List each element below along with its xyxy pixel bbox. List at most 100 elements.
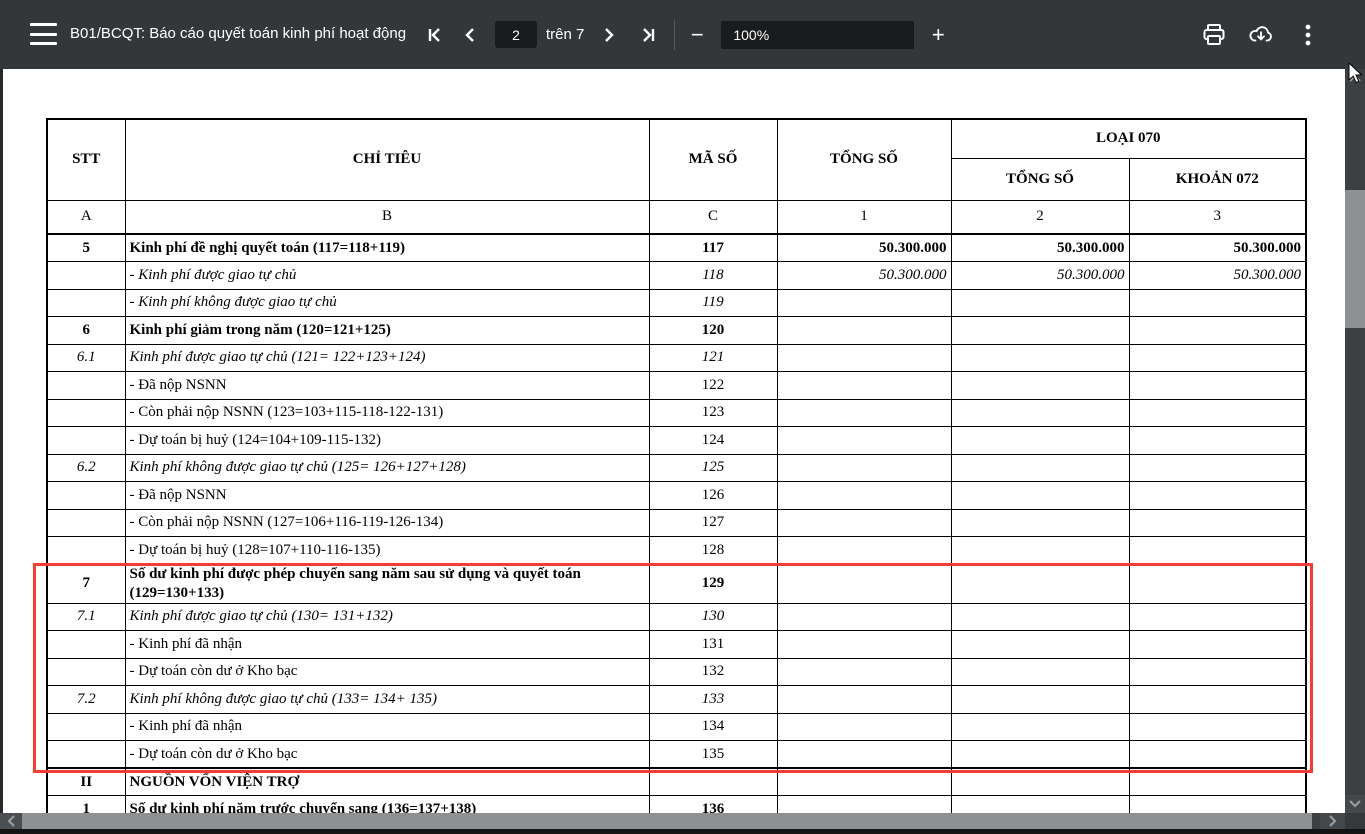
cell-stt [47, 713, 125, 741]
cell-l070-tong-so [951, 741, 1129, 769]
header-loai-070-tong-so: TỔNG SỐ [951, 158, 1129, 200]
cell-label: - Kinh phí được giao tự chủ [125, 262, 649, 290]
cell-stt [47, 262, 125, 290]
scroll-left-button[interactable] [0, 813, 22, 829]
cell-l070-tong-so [951, 344, 1129, 372]
letter-3: 3 [1129, 200, 1306, 234]
cell-ma-so: 136 [649, 796, 777, 814]
zoom-out-button[interactable]: − [685, 21, 709, 49]
cell-ma-so: 127 [649, 509, 777, 537]
cell-stt [47, 509, 125, 537]
cell-ma-so: 134 [649, 713, 777, 741]
table-row: 7.2Kinh phí không được giao tự chủ (133=… [47, 686, 1306, 714]
horizontal-scroll-thumb[interactable] [22, 813, 1312, 829]
scroll-down-button[interactable] [1345, 795, 1365, 813]
cell-khoan-072 [1129, 796, 1306, 814]
table-row: - Còn phải nộp NSNN (123=103+115-118-122… [47, 399, 1306, 427]
page-navigation: trên 7 − 100% + [425, 0, 950, 69]
zoom-level-display[interactable]: 100% [721, 21, 914, 49]
cell-tong-so [777, 399, 951, 427]
cell-label: - Kinh phí không được giao tự chủ [125, 289, 649, 317]
cell-stt [47, 372, 125, 400]
cell-tong-so: 50.300.000 [777, 262, 951, 290]
cell-l070-tong-so [951, 658, 1129, 686]
cell-stt [47, 482, 125, 510]
report-table: STT CHỈ TIÊU MÃ SỐ TỔNG SỐ LOẠI 070 TỔNG… [46, 118, 1307, 813]
table-row: - Còn phải nộp NSNN (127=106+116-119-126… [47, 509, 1306, 537]
cell-khoan-072 [1129, 482, 1306, 510]
cell-khoan-072 [1129, 603, 1306, 631]
cell-label: - Còn phải nộp NSNN (123=103+115-118-122… [125, 399, 649, 427]
table-row: - Dự toán bị huỷ (128=107+110-116-135)12… [47, 537, 1306, 565]
cell-label: Kinh phí không được giao tự chủ (125= 12… [125, 454, 649, 482]
next-page-button[interactable] [600, 23, 620, 47]
prev-page-button[interactable] [459, 23, 479, 47]
cell-stt: 7.1 [47, 603, 125, 631]
table-row: - Dự toán còn dư ở Kho bạc135 [47, 741, 1306, 769]
cell-label: Số dư kinh phí năm trước chuyển sang (13… [125, 796, 649, 814]
cell-ma-so: 123 [649, 399, 777, 427]
cell-ma-so: 131 [649, 631, 777, 659]
cell-l070-tong-so: 50.300.000 [951, 234, 1129, 262]
table-row: - Dự toán còn dư ở Kho bạc132 [47, 658, 1306, 686]
cell-label: - Dự toán còn dư ở Kho bạc [125, 741, 649, 769]
table-body: 5Kinh phí đề nghị quyết toán (117=118+11… [47, 234, 1306, 813]
cell-khoan-072 [1129, 768, 1306, 796]
download-button[interactable] [1248, 22, 1274, 48]
vertical-scrollbar[interactable] [1345, 69, 1365, 813]
cell-khoan-072: 50.300.000 [1129, 262, 1306, 290]
cell-ma-so: 128 [649, 537, 777, 565]
cell-label: - Kinh phí đã nhận [125, 631, 649, 659]
header-ma-so: MÃ SỐ [649, 119, 777, 200]
horizontal-scrollbar[interactable] [0, 813, 1365, 829]
vertical-scroll-thumb[interactable] [1345, 190, 1365, 328]
page-number-input[interactable] [495, 21, 537, 48]
cell-ma-so: 122 [649, 372, 777, 400]
cell-khoan-072 [1129, 344, 1306, 372]
viewer-content: STT CHỈ TIÊU MÃ SỐ TỔNG SỐ LOẠI 070 TỔNG… [0, 69, 1365, 834]
chevron-down-icon [1349, 800, 1361, 808]
cell-khoan-072 [1129, 686, 1306, 714]
table-row: 1Số dư kinh phí năm trước chuyển sang (1… [47, 796, 1306, 814]
header-tong-so: TỔNG SỐ [777, 119, 951, 200]
cell-khoan-072 [1129, 741, 1306, 769]
zoom-in-button[interactable]: + [926, 21, 950, 49]
cell-label: Kinh phí đề nghị quyết toán (117=118+119… [125, 234, 649, 262]
toolbar-divider [674, 20, 675, 50]
last-page-button[interactable] [638, 23, 658, 47]
scroll-right-button[interactable] [1320, 813, 1345, 829]
cell-tong-so [777, 454, 951, 482]
print-button[interactable] [1201, 22, 1227, 48]
cell-stt [47, 399, 125, 427]
menu-icon [30, 23, 57, 26]
cell-ma-so: 132 [649, 658, 777, 686]
table-row: - Kinh phí đã nhận134 [47, 713, 1306, 741]
letter-c: C [649, 200, 777, 234]
cell-khoan-072 [1129, 509, 1306, 537]
cell-stt [47, 741, 125, 769]
cell-l070-tong-so [951, 427, 1129, 455]
chevron-left-small-icon [7, 815, 15, 827]
cell-label: - Dự toán bị huỷ (124=104+109-115-132) [125, 427, 649, 455]
cell-khoan-072 [1129, 454, 1306, 482]
cell-label: Kinh phí giảm trong năm (120=121+125) [125, 317, 649, 345]
cell-khoan-072 [1129, 372, 1306, 400]
cell-tong-so [777, 796, 951, 814]
first-page-button[interactable] [425, 23, 445, 47]
cell-ma-so: 125 [649, 454, 777, 482]
cell-l070-tong-so [951, 454, 1129, 482]
letter-a: A [47, 200, 125, 234]
cell-stt [47, 658, 125, 686]
last-page-icon [639, 26, 657, 44]
cloud-download-icon [1248, 22, 1274, 48]
more-options-button[interactable] [1295, 22, 1321, 48]
cell-l070-tong-so: 50.300.000 [951, 262, 1129, 290]
cell-l070-tong-so [951, 564, 1129, 603]
header-khoan-072: KHOẢN 072 [1129, 158, 1306, 200]
cell-khoan-072 [1129, 564, 1306, 603]
menu-button[interactable] [30, 23, 57, 45]
cell-ma-so: 130 [649, 603, 777, 631]
cell-tong-so [777, 686, 951, 714]
cell-label: NGUỒN VỐN VIỆN TRỢ [125, 768, 649, 796]
scroll-up-button[interactable] [1345, 69, 1365, 87]
